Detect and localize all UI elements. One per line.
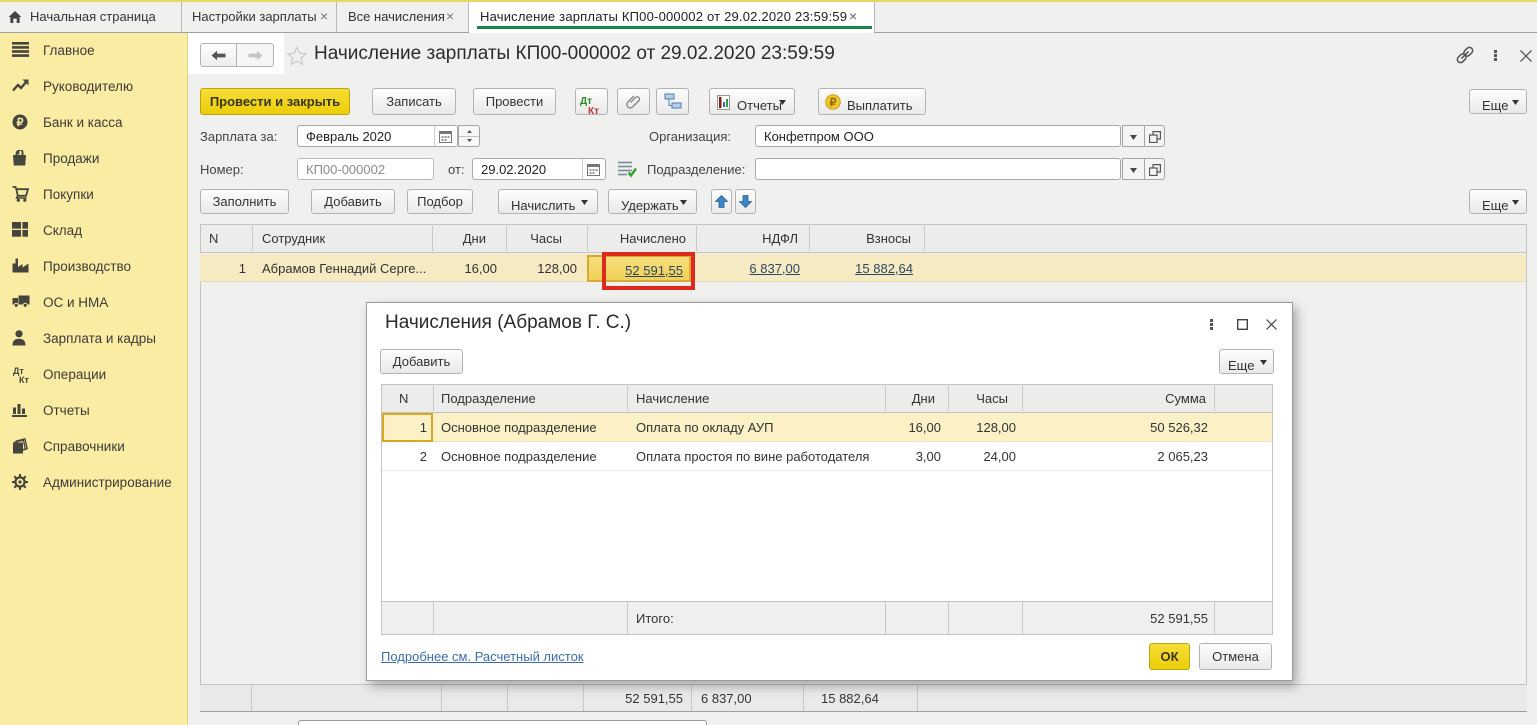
svg-text:₽: ₽ [830, 97, 837, 109]
svg-text:₽: ₽ [17, 117, 24, 129]
